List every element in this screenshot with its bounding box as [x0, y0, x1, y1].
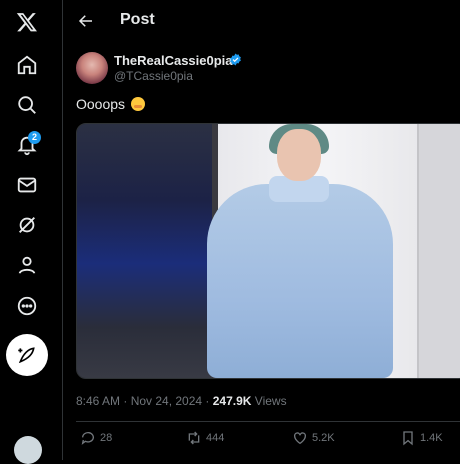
- notification-badge: 2: [28, 131, 41, 144]
- x-logo-icon[interactable]: [7, 2, 47, 42]
- sidebar: 2: [0, 0, 54, 464]
- hand-over-mouth-emoji-icon: [130, 97, 145, 111]
- heart-icon: [294, 432, 306, 445]
- post-meta: 8:46 AM · Nov 24, 2024 · 247.9K Views: [76, 394, 287, 408]
- bookmark-icon: [403, 431, 413, 446]
- page-title: Post: [120, 11, 155, 28]
- tweet-text-body: Oooops: [76, 96, 126, 112]
- mail-icon[interactable]: [7, 165, 47, 205]
- like-button[interactable]: 5.2K: [292, 430, 335, 446]
- tweet-media-image[interactable]: [76, 123, 460, 379]
- views-count: 247.9K: [212, 394, 252, 408]
- reply-button[interactable]: 28: [80, 430, 112, 446]
- repost-icon: [188, 431, 200, 445]
- arrow-left-icon: [78, 15, 92, 27]
- author-name[interactable]: TheRealCassie0pia: [114, 53, 233, 68]
- reply-count: 28: [100, 432, 113, 444]
- profile-icon[interactable]: [7, 245, 47, 285]
- verified-badge-icon: [230, 53, 241, 66]
- tweet-text: Oooops: [76, 96, 145, 112]
- post-header: Post: [63, 0, 460, 42]
- compose-post-button[interactable]: [6, 334, 48, 376]
- post-timestamp[interactable]: 8:46 AM · Nov 24, 2024 ·: [76, 394, 213, 408]
- feather-icon: [18, 347, 35, 364]
- author-avatar[interactable]: [76, 52, 108, 84]
- author-handle[interactable]: @TCassie0pia: [114, 69, 193, 83]
- search-icon[interactable]: [7, 85, 47, 125]
- repost-count: 444: [206, 432, 225, 444]
- more-icon[interactable]: [7, 286, 47, 326]
- post-detail-column: Post TheRealCassie0pia @TCassie0pia Oooo…: [62, 0, 460, 460]
- views-label: Views: [251, 394, 287, 408]
- bookmark-count: 1.4K: [420, 432, 443, 444]
- home-icon[interactable]: [7, 45, 47, 85]
- action-bar: 28 444 5.2K 1.4K: [76, 430, 460, 450]
- divider: [76, 421, 460, 422]
- bookmark-button[interactable]: 1.4K: [400, 430, 443, 446]
- grok-icon[interactable]: [7, 205, 47, 245]
- back-button[interactable]: [73, 8, 99, 34]
- repost-button[interactable]: 444: [186, 430, 224, 446]
- reply-icon: [81, 432, 94, 445]
- notifications-bell-icon[interactable]: 2: [7, 125, 47, 165]
- like-count: 5.2K: [312, 432, 335, 444]
